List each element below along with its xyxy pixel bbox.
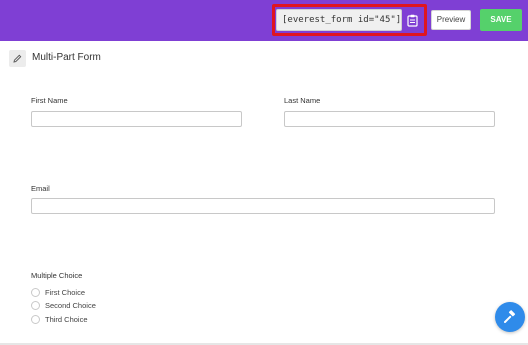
first-name-label: First Name [31,96,68,105]
save-button[interactable]: SAVE [480,9,522,31]
pencil-icon [13,54,22,63]
copy-shortcode-button[interactable] [403,9,421,31]
preview-button[interactable]: Preview [431,10,471,30]
radio-option-third[interactable]: Third Choice [31,314,88,324]
radio-button[interactable] [31,314,40,324]
multiple-choice-label: Multiple Choice [31,271,83,280]
email-input[interactable] [31,198,495,214]
radio-option-second[interactable]: Second Choice [31,300,96,310]
radio-option-label: First Choice [45,287,86,297]
last-name-input[interactable] [284,111,495,127]
radio-button[interactable] [31,300,40,310]
email-label: Email [31,184,50,193]
shortcode-field[interactable]: [everest_form id="45"] [276,9,402,31]
clipboard-icon [406,14,418,27]
radio-option-first[interactable]: First Choice [31,287,85,297]
edit-title-button[interactable] [9,50,26,67]
radio-option-label: Second Choice [45,300,96,310]
radio-button[interactable] [31,287,40,297]
fab-tools-button[interactable] [495,302,525,332]
first-name-input[interactable] [31,111,242,127]
last-name-label: Last Name [284,96,321,105]
hammer-icon [504,310,516,323]
form-title: Multi-Part Form [32,52,101,63]
radio-option-label: Third Choice [45,314,88,324]
